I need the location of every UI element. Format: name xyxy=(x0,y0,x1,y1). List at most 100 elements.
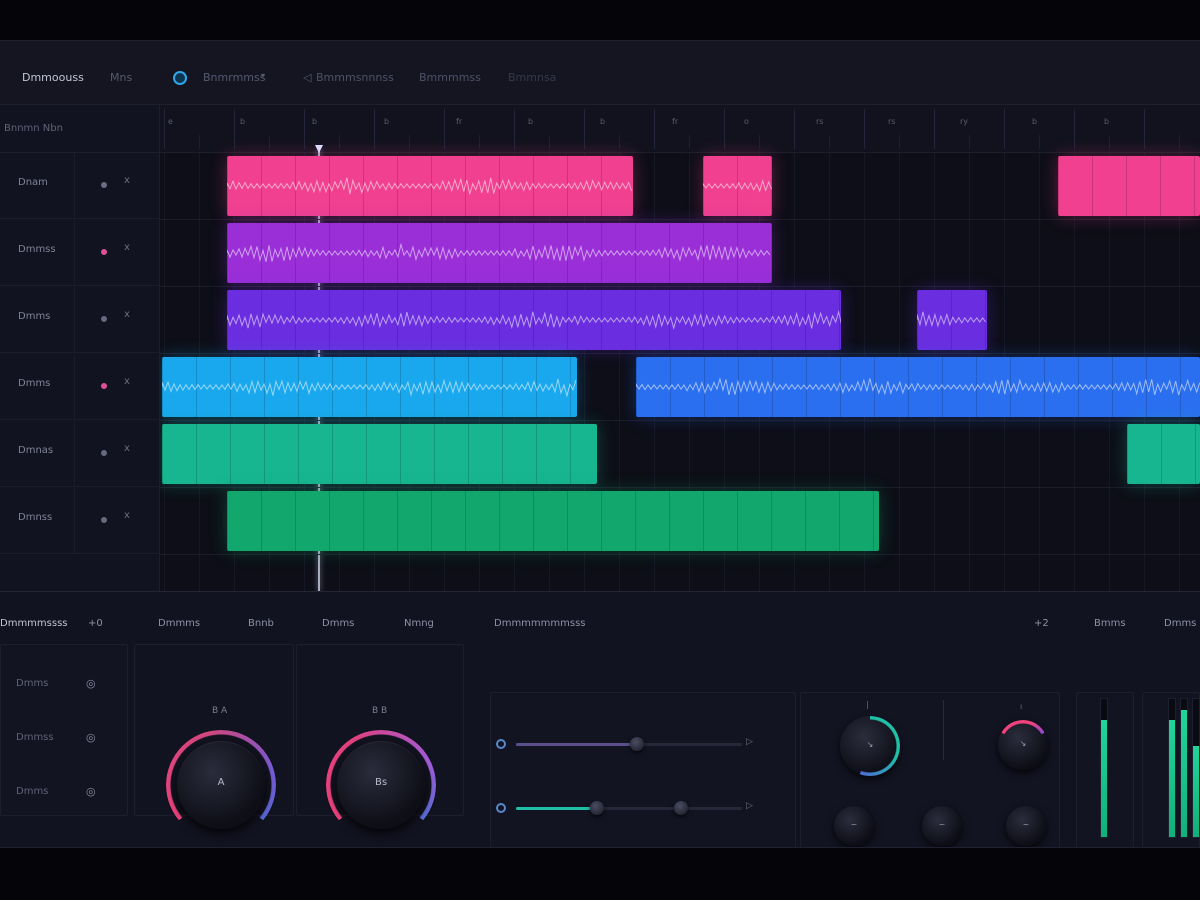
track-header[interactable]: Dnam x xyxy=(0,153,160,219)
device-section-value: +0 xyxy=(88,618,103,629)
freq-knob[interactable]: ↘ xyxy=(840,716,900,776)
lane-separator xyxy=(160,353,1200,354)
small-knob-2[interactable]: ~ xyxy=(922,806,962,846)
project-dropdown[interactable]: Bnmrmmss xyxy=(203,71,265,84)
device-row-label[interactable]: Dmms xyxy=(16,678,48,689)
eye-icon[interactable]: ◎ xyxy=(86,731,96,744)
ruler-label: b xyxy=(600,117,606,126)
record-icon[interactable] xyxy=(173,71,187,85)
slider-1-toggle[interactable] xyxy=(496,739,506,749)
close-icon[interactable]: x xyxy=(124,175,130,186)
slider-1[interactable] xyxy=(516,743,742,746)
lane-separator xyxy=(160,487,1200,488)
device-section-title: Dmmmmssss xyxy=(0,618,68,629)
meter-1-label: Bmms xyxy=(1094,618,1126,629)
audio-clip[interactable] xyxy=(702,156,772,216)
ruler-tick xyxy=(1144,109,1145,149)
ruler-label: b xyxy=(528,117,534,126)
track-name: Dmmss xyxy=(18,244,56,255)
audio-clip[interactable] xyxy=(1057,156,1200,216)
ruler-tick xyxy=(829,135,830,149)
audio-clip[interactable] xyxy=(162,424,597,484)
ruler-tick xyxy=(584,109,585,149)
gain-knob[interactable]: ↘ xyxy=(998,720,1048,770)
close-icon[interactable]: x xyxy=(124,510,130,521)
ruler-tick xyxy=(794,109,795,149)
audio-clip[interactable] xyxy=(917,290,987,350)
lane-separator xyxy=(160,219,1200,220)
level-meter xyxy=(1192,698,1200,838)
tab-1[interactable]: Dmmms xyxy=(158,618,200,629)
slider-2-handle-b[interactable] xyxy=(674,801,688,815)
ruler-tick xyxy=(234,109,235,149)
ruler-label: b xyxy=(1032,117,1038,126)
close-icon[interactable]: x xyxy=(124,309,130,320)
ruler-tick xyxy=(619,135,620,149)
arrangement-view[interactable]: e b b b fr b b fr o rs rs ry b b xyxy=(160,105,1200,591)
track-name: Dmnas xyxy=(18,445,54,456)
slider-2[interactable] xyxy=(516,807,742,810)
audio-clip[interactable] xyxy=(226,156,634,216)
slider-2-toggle[interactable] xyxy=(496,803,506,813)
ruler-tick xyxy=(549,135,550,149)
track-name: Dmnss xyxy=(18,512,53,523)
ruler-tick xyxy=(899,135,900,149)
audio-clip[interactable] xyxy=(1127,424,1200,484)
eye-icon[interactable]: ◎ xyxy=(86,785,96,798)
track-indicator-icon[interactable] xyxy=(101,383,107,389)
chevron-down-icon[interactable]: ▾ xyxy=(261,71,265,80)
close-icon[interactable]: x xyxy=(124,376,130,387)
tab-4[interactable]: Nmng xyxy=(404,618,434,629)
ruler-tick xyxy=(1039,135,1040,149)
track-header[interactable]: Dmms x xyxy=(0,287,160,353)
small-knob-1[interactable]: ~ xyxy=(834,806,874,846)
track-indicator-icon[interactable] xyxy=(101,249,107,255)
ruler-label: rs xyxy=(816,117,824,126)
close-icon[interactable]: x xyxy=(124,443,130,454)
blend-knob[interactable]: Bs xyxy=(326,730,436,840)
menu-item[interactable]: Mns xyxy=(110,71,132,84)
drive-knob[interactable]: A xyxy=(166,730,276,840)
device-row-label[interactable]: Dmmss xyxy=(16,732,54,743)
knob-2-label: Bs xyxy=(374,777,388,788)
slider-1-end-icon: ▷ xyxy=(746,737,753,747)
tab-3[interactable]: Dmms xyxy=(322,618,354,629)
track-header[interactable]: Dmmss x xyxy=(0,220,160,286)
slider-panel xyxy=(490,692,796,847)
ruler-tick xyxy=(724,109,725,149)
small-knob-3[interactable]: ~ xyxy=(1006,806,1046,846)
slider-1-handle[interactable] xyxy=(630,737,644,751)
slider-2-handle-a[interactable] xyxy=(590,801,604,815)
toolbar-item-4[interactable]: Bmmnsa xyxy=(508,71,556,84)
audio-clip[interactable] xyxy=(226,290,842,350)
ruler-tick xyxy=(934,109,935,149)
back-icon[interactable]: ◁ xyxy=(303,71,311,84)
track-indicator-icon[interactable] xyxy=(101,517,107,523)
ruler-label: b xyxy=(312,117,318,126)
ruler-label: fr xyxy=(672,117,679,126)
track-indicator-icon[interactable] xyxy=(101,182,107,188)
ruler-tick xyxy=(1109,135,1110,149)
audio-clip[interactable] xyxy=(226,491,879,551)
tab-2[interactable]: Bnnb xyxy=(248,618,274,629)
eye-icon[interactable]: ◎ xyxy=(86,677,96,690)
device-row-label[interactable]: Dmms xyxy=(16,786,48,797)
close-icon[interactable]: x xyxy=(124,242,130,253)
knob-divider xyxy=(943,700,944,760)
ruler-tick xyxy=(759,135,760,149)
back-label[interactable]: Bmmmsnnnss xyxy=(316,71,394,84)
lane-separator xyxy=(160,286,1200,287)
track-header[interactable]: Dmms x xyxy=(0,354,160,420)
audio-clip[interactable] xyxy=(162,357,578,417)
toolbar-item-3[interactable]: Bmmmmss xyxy=(419,71,481,84)
track-indicator-icon[interactable] xyxy=(101,450,107,456)
ruler-label: e xyxy=(168,117,173,126)
track-header[interactable]: Dmnss x xyxy=(0,488,160,554)
ruler-tick xyxy=(1004,109,1005,149)
track-indicator-icon[interactable] xyxy=(101,316,107,322)
audio-clip[interactable] xyxy=(226,223,772,283)
track-header-divider xyxy=(74,220,75,286)
audio-clip[interactable] xyxy=(636,357,1200,417)
track-header[interactable]: Dmnas x xyxy=(0,421,160,487)
ruler-tick xyxy=(1179,135,1180,149)
